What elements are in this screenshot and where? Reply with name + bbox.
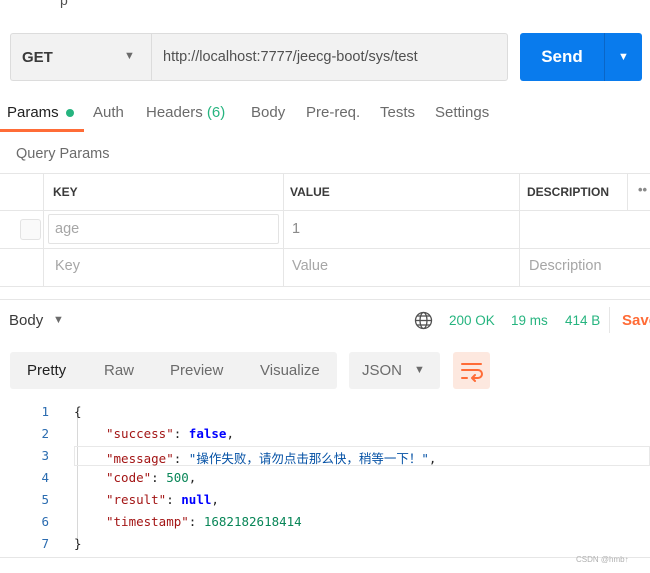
new-description-placeholder[interactable]: Description (529, 258, 602, 274)
table-border (0, 248, 650, 249)
param-value[interactable]: 1 (292, 221, 300, 237)
tab-headers-label: Headers (146, 104, 203, 121)
tab-params[interactable]: Params (7, 104, 59, 121)
globe-icon[interactable] (414, 311, 433, 335)
method-label: GET (22, 49, 53, 66)
code-line: "success": false, (106, 426, 234, 441)
column-header-value: VALUE (290, 185, 330, 199)
view-visualize[interactable]: Visualize (260, 362, 320, 379)
wrap-lines-icon (461, 363, 483, 382)
code-line: { (74, 404, 82, 419)
column-header-key: KEY (53, 185, 78, 199)
param-key-value: age (55, 221, 80, 237)
line-number: 7 (41, 536, 49, 551)
format-label: JSON (362, 362, 403, 379)
table-divider (519, 173, 520, 286)
code-line: "result": null, (106, 492, 219, 507)
new-key-placeholder[interactable]: Key (55, 258, 80, 274)
json-key: "timestamp" (106, 514, 189, 529)
chevron-down-icon: ▼ (124, 50, 135, 62)
column-header-description: DESCRIPTION (527, 185, 610, 199)
response-divider (0, 299, 650, 300)
send-options-button[interactable]: ▼ (604, 33, 642, 81)
json-value: false (188, 426, 227, 441)
line-number: 4 (41, 470, 49, 485)
param-checkbox[interactable] (20, 219, 41, 240)
table-border (0, 286, 650, 287)
json-value: null (181, 492, 212, 507)
json-key: "message" (106, 451, 174, 466)
query-params-title: Query Params (16, 146, 110, 162)
table-divider (283, 173, 284, 286)
line-number: 1 (41, 404, 49, 419)
table-divider (627, 173, 628, 210)
tab-tests[interactable]: Tests (380, 104, 415, 121)
json-key: "success" (106, 426, 174, 441)
view-raw[interactable]: Raw (104, 362, 134, 379)
tab-prereq[interactable]: Pre-req. (306, 104, 360, 121)
url-text: http://localhost:7777/jeecg-boot/sys/tes… (163, 49, 418, 65)
headers-count: (6) (206, 104, 226, 121)
send-button[interactable]: Send (520, 33, 604, 81)
line-number: 6 (41, 514, 49, 529)
request-title-fragment: p (60, 0, 68, 8)
table-border (0, 210, 650, 211)
response-size[interactable]: 414 B (565, 313, 600, 328)
save-response-button[interactable]: Save (622, 312, 650, 329)
json-value: "操作失败，请勿点击那么快，稍等一下！" (188, 451, 429, 466)
chevron-down-icon: ▼ (414, 364, 425, 376)
json-brace: { (74, 404, 82, 419)
chevron-down-icon: ▼ (53, 314, 64, 326)
tab-settings[interactable]: Settings (435, 104, 489, 121)
json-key: "code" (106, 470, 152, 485)
tab-headers[interactable]: Headers (6) (146, 104, 225, 121)
params-active-dot (66, 109, 74, 117)
status-code[interactable]: 200 OK (449, 313, 495, 328)
new-value-placeholder[interactable]: Value (292, 258, 328, 274)
table-divider (43, 173, 44, 286)
code-line: } (74, 536, 82, 551)
response-body-label[interactable]: Body (9, 312, 43, 329)
watermark: CSDN @hmb↑ (576, 555, 629, 564)
json-value: 1682182618414 (203, 514, 302, 529)
status-bar-border (0, 557, 650, 558)
view-preview[interactable]: Preview (170, 362, 223, 379)
json-value: 500 (166, 470, 189, 485)
response-time[interactable]: 19 ms (511, 313, 548, 328)
param-key-input[interactable] (48, 214, 279, 244)
tab-body[interactable]: Body (251, 104, 285, 121)
view-pretty[interactable]: Pretty (27, 362, 66, 379)
line-number: 5 (41, 492, 49, 507)
json-brace: } (74, 536, 82, 551)
json-key: "result" (106, 492, 167, 507)
tab-auth[interactable]: Auth (93, 104, 124, 121)
chevron-down-icon: ▼ (618, 51, 629, 63)
code-line: "timestamp": 1682182618414 (106, 514, 302, 529)
more-icon[interactable]: •• (638, 182, 647, 197)
code-line: "message": "操作失败，请勿点击那么快，稍等一下！", (106, 451, 437, 466)
divider (609, 307, 610, 333)
wrap-lines-button[interactable] (453, 352, 490, 389)
table-border (0, 173, 650, 174)
code-line: "code": 500, (106, 470, 197, 485)
indent-guide (77, 414, 78, 540)
active-tab-indicator (0, 129, 84, 132)
line-number: 2 (41, 426, 49, 441)
line-number: 3 (41, 448, 49, 463)
